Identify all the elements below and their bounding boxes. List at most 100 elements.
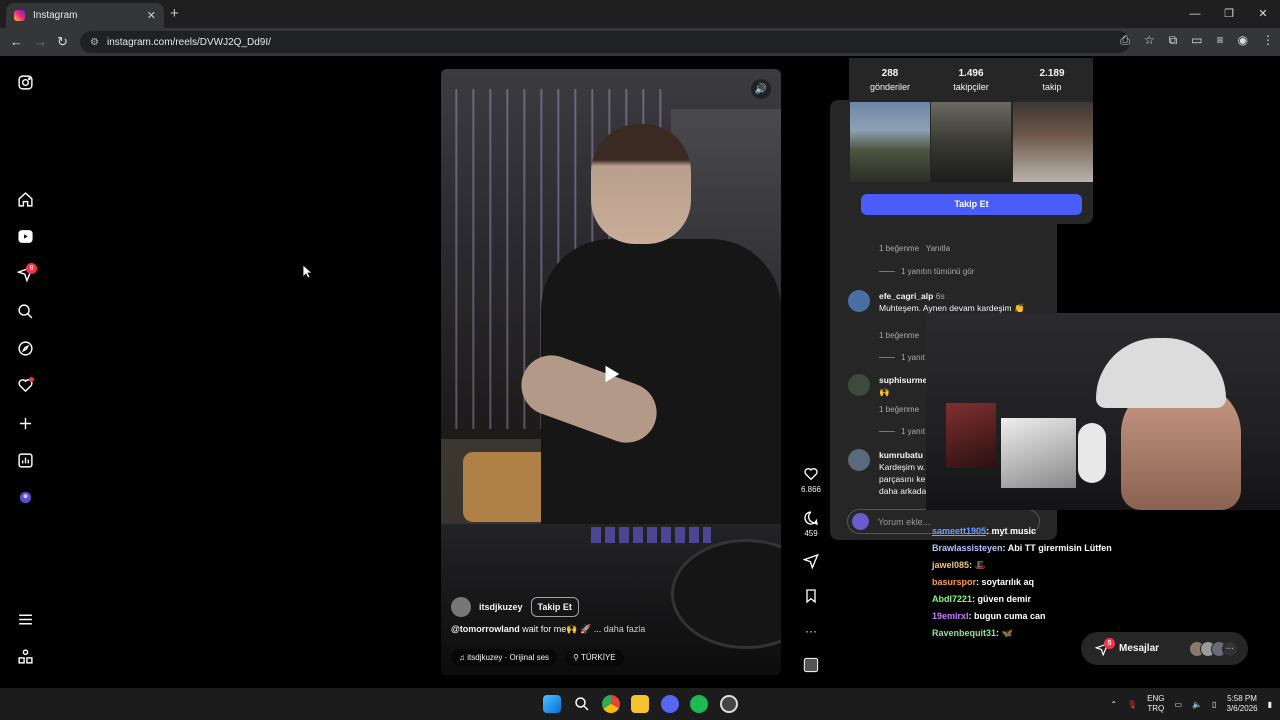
post-thumbnail[interactable]: [850, 102, 930, 182]
create-plus-icon[interactable]: [16, 414, 34, 432]
play-icon[interactable]: [596, 359, 626, 389]
chat-user: Abdl7221: [932, 594, 973, 604]
reply-button[interactable]: Yanıtla: [926, 244, 950, 253]
commenter-avatar[interactable]: [848, 290, 870, 312]
view-replies-link[interactable]: 1 yanıtın tümünü gör: [879, 267, 974, 276]
back-icon[interactable]: ←: [10, 34, 23, 49]
tray-expand-icon[interactable]: ⌃: [1110, 700, 1117, 709]
bookmark-icon: [806, 589, 816, 604]
comment-like-count[interactable]: 1 beğenme: [879, 244, 919, 253]
address-bar[interactable]: ⚙ instagram.com/reels/DVWJ2Q_Dd9I/: [80, 31, 1130, 53]
network-icon[interactable]: ▭: [1175, 700, 1183, 709]
battery-icon[interactable]: ▯: [1212, 700, 1216, 709]
messages-button[interactable]: 5 Mesajlar ···: [1081, 632, 1248, 665]
chat-user: Ravenbequit31: [932, 628, 997, 638]
reels-icon[interactable]: [16, 227, 34, 245]
post-thumbnail[interactable]: [931, 102, 1011, 182]
url-text: instagram.com/reels/DVWJ2Q_Dd9I/: [106, 36, 271, 48]
reel-caption: @tomorrowland wait for me🙌 🚀 ... daha fa…: [451, 624, 645, 635]
view-replies-link[interactable]: 1 yanıt: [879, 353, 925, 362]
commenter-avatar[interactable]: [848, 449, 870, 471]
instagram-favicon-icon: [14, 10, 25, 21]
following-stat[interactable]: 2.189 takip: [1011, 68, 1093, 92]
browser-toolbar: ← → ↻ ⚙ instagram.com/reels/DVWJ2Q_Dd9I/…: [0, 28, 1280, 56]
app-icon[interactable]: [720, 695, 738, 713]
streamer-webcam: [926, 313, 1280, 510]
search-icon[interactable]: [16, 302, 34, 320]
reel-owner: itsdjkuzey Takip Et: [451, 597, 579, 617]
like-action[interactable]: 6.866: [798, 466, 824, 494]
chat-user: sameett1905: [932, 526, 987, 536]
wall-poster: [946, 403, 996, 468]
bookmark-star-icon[interactable]: ☆: [1144, 33, 1155, 48]
commenter-name[interactable]: suphisurme: [879, 375, 927, 385]
caption-more-link[interactable]: daha fazla: [604, 624, 646, 634]
commenter-avatar[interactable]: [848, 374, 870, 396]
reload-icon[interactable]: ↻: [57, 34, 68, 50]
close-window-icon[interactable]: ✕: [1246, 0, 1280, 28]
menu-kebab-icon[interactable]: ⋮: [1262, 33, 1274, 48]
clock[interactable]: 5:58 PM 3/6/2026: [1226, 694, 1257, 714]
comment-like-count[interactable]: 1 beğenme: [879, 405, 919, 414]
chrome-icon[interactable]: [602, 695, 620, 713]
tab-close-icon[interactable]: ✕: [147, 9, 156, 22]
language-indicator[interactable]: ENG TRQ: [1147, 694, 1164, 714]
install-app-icon[interactable]: ⎙: [1120, 33, 1130, 48]
also-from-meta-icon[interactable]: [16, 647, 34, 665]
reel-meta: ♫ itsdjkuzey · Orijinal ses ⚲ TÜRKİYE: [451, 649, 624, 666]
volume-icon[interactable]: 🔊: [751, 79, 771, 99]
save-action[interactable]: [798, 588, 824, 607]
stream-chat: sameett1905: myt music Brawlassisteyen: …: [932, 523, 1132, 642]
commenter-name[interactable]: kumrubatu: [879, 450, 923, 460]
profile-avatar-icon[interactable]: ◉: [1238, 33, 1248, 48]
new-tab-button[interactable]: +: [170, 5, 179, 22]
media-controls-icon[interactable]: ≡: [1217, 33, 1224, 48]
posts-label: gönderiler: [869, 82, 911, 92]
heart-icon: [804, 468, 818, 481]
owner-username[interactable]: itsdjkuzey: [479, 602, 523, 612]
comment-placeholder: Yorum ekle...: [878, 516, 931, 527]
hovercard-follow-button[interactable]: Takip Et: [861, 194, 1082, 215]
home-icon[interactable]: [16, 190, 34, 208]
start-windows-icon[interactable]: [543, 695, 561, 713]
notification-center-icon[interactable]: ▮: [1268, 700, 1272, 709]
audio-thumbnail[interactable]: [798, 657, 824, 676]
restore-icon[interactable]: ❐: [1212, 0, 1246, 28]
comment-like-count[interactable]: 1 beğenme: [879, 331, 919, 340]
more-menu-icon[interactable]: [16, 610, 34, 628]
file-explorer-icon[interactable]: [631, 695, 649, 713]
post-thumbnail[interactable]: [1013, 102, 1093, 182]
reel-video[interactable]: 🔊 itsdjkuzey Takip Et @tomorrowland wait…: [441, 69, 781, 675]
comment-action[interactable]: 459: [798, 510, 824, 538]
site-info-icon[interactable]: ⚙: [90, 37, 99, 48]
followers-label: takipçiler: [953, 82, 989, 92]
reel-follow-button[interactable]: Takip Et: [530, 597, 579, 617]
more-options-icon[interactable]: ···: [798, 624, 824, 638]
sidepanel-icon[interactable]: ▭: [1191, 33, 1202, 48]
volume-tray-icon[interactable]: 🔈: [1192, 700, 1202, 709]
chat-user: 19emirxl: [932, 611, 969, 621]
share-action[interactable]: [798, 553, 824, 572]
spotify-icon[interactable]: [690, 695, 708, 713]
caption-mention[interactable]: @tomorrowland: [451, 624, 520, 634]
view-replies-link[interactable]: 1 yanıt: [879, 427, 925, 436]
forward-icon[interactable]: →: [34, 34, 47, 49]
explore-compass-icon[interactable]: [16, 339, 34, 357]
discord-icon[interactable]: [661, 695, 679, 713]
location-chip[interactable]: ⚲ TÜRKİYE: [565, 649, 624, 666]
followers-stat[interactable]: 1.496 takipçiler: [930, 68, 1012, 92]
profile-avatar[interactable]: [16, 488, 34, 506]
comment-time: 6s: [935, 291, 945, 301]
taskbar-search-icon[interactable]: [573, 695, 591, 713]
audio-chip[interactable]: ♫ itsdjkuzey · Orijinal ses: [451, 649, 558, 666]
commenter-name[interactable]: efe_cagri_alp: [879, 291, 933, 301]
comment-meta: 1 beğenme Yanıtla: [879, 244, 950, 253]
browser-tab[interactable]: Instagram ✕: [6, 3, 164, 28]
dashboard-icon[interactable]: [16, 451, 34, 469]
minimize-icon[interactable]: —: [1178, 0, 1212, 28]
extensions-icon[interactable]: ⧉: [1169, 33, 1178, 48]
microphone-icon[interactable]: 🎙: [1127, 700, 1137, 709]
chat-message: jawel085: 🎩: [932, 557, 1132, 574]
owner-avatar[interactable]: [451, 597, 471, 617]
instagram-logo-icon[interactable]: [16, 73, 34, 91]
